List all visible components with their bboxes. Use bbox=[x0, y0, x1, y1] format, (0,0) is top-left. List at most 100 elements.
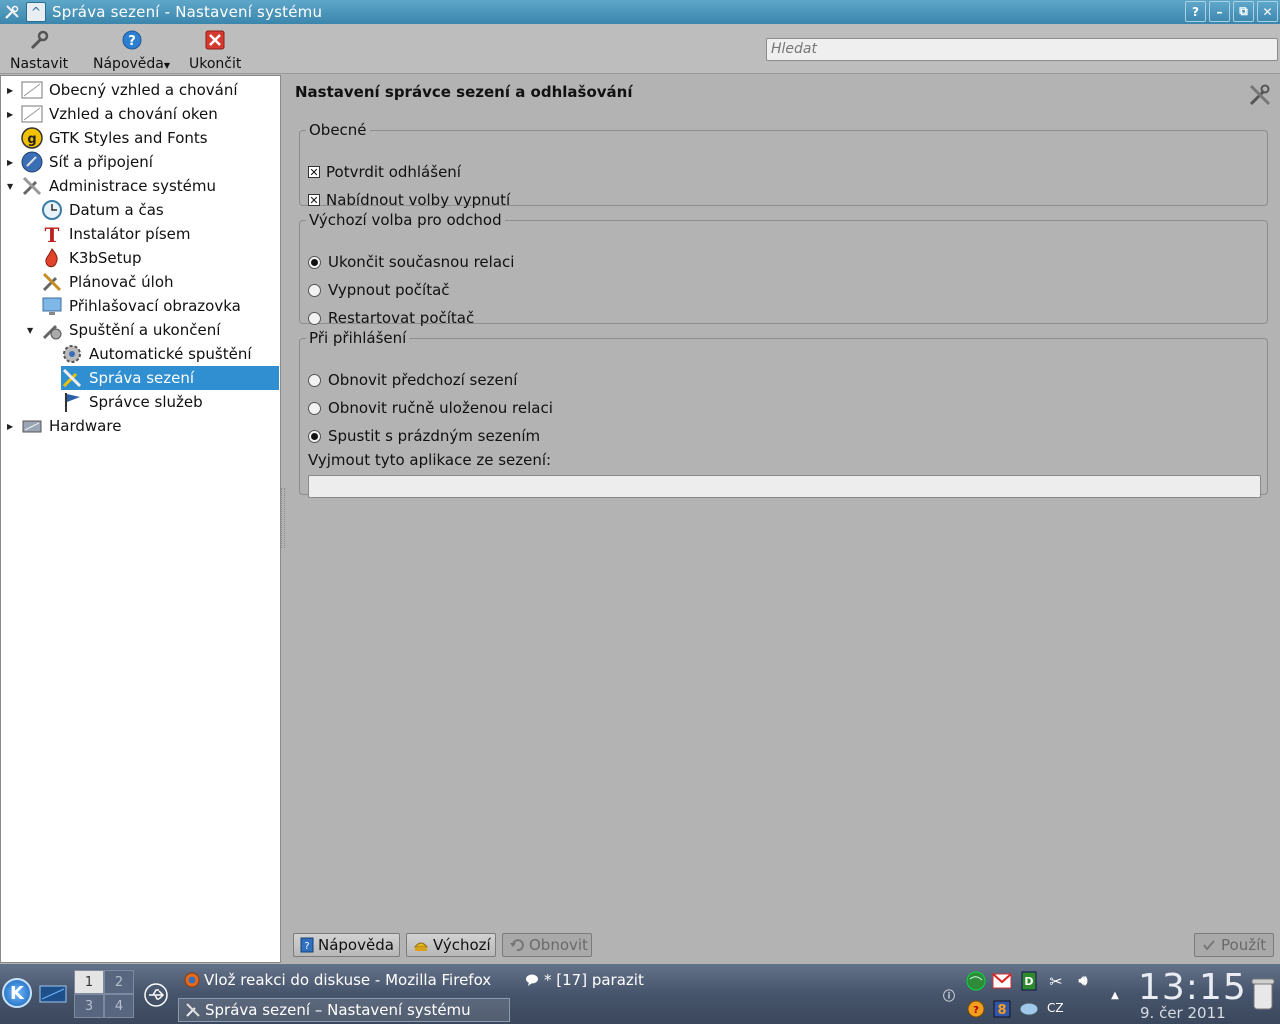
radio-unselected-icon[interactable] bbox=[308, 373, 321, 387]
drive-icon[interactable] bbox=[1018, 998, 1040, 1020]
tree-item-autostart[interactable]: Automatické spuštění bbox=[47, 342, 279, 366]
expand-arrow-icon[interactable]: ▶ bbox=[7, 422, 17, 431]
show-desktop-icon[interactable] bbox=[38, 981, 68, 1007]
gmail-icon[interactable] bbox=[991, 970, 1013, 992]
tree-item-window-behavior[interactable]: ▶ Vzhled a chování oken bbox=[7, 102, 279, 126]
task-chat[interactable]: * [17] parazit bbox=[518, 968, 698, 992]
task-label: Správa sezení – Nastavení systému bbox=[205, 1001, 471, 1019]
desktop-4[interactable]: 4 bbox=[104, 994, 134, 1018]
usb-device-icon[interactable] bbox=[142, 981, 170, 1009]
desktop-2[interactable]: 2 bbox=[104, 970, 134, 994]
desktop-pager[interactable]: 1 2 3 4 bbox=[74, 970, 134, 1018]
tree-item-date-time[interactable]: Datum a čas bbox=[27, 198, 279, 222]
defaults-button-label: Výchozí bbox=[433, 936, 491, 954]
k3b-icon bbox=[41, 247, 63, 269]
tree-item-appearance[interactable]: ▶ Obecný vzhled a chování bbox=[7, 78, 279, 102]
update-notifier-icon[interactable]: ? bbox=[965, 998, 987, 1020]
empty-session-radio[interactable]: Spustit s prázdným sezením bbox=[308, 425, 540, 447]
expand-arrow-icon[interactable]: ▶ bbox=[7, 158, 17, 167]
checkbox-checked-icon[interactable]: ✕ bbox=[308, 166, 320, 178]
collapse-arrow-icon[interactable]: ▼ bbox=[27, 326, 37, 335]
system-settings-icon bbox=[185, 1002, 201, 1018]
help-window-button[interactable]: ? bbox=[1185, 1, 1206, 22]
quit-button[interactable]: Ukončit bbox=[189, 28, 241, 72]
desktop-3[interactable]: 3 bbox=[74, 994, 104, 1018]
task-firefox[interactable]: Vlož reakci do diskuse - Mozilla Firefox bbox=[178, 968, 510, 992]
counter-8-icon[interactable]: 8 bbox=[991, 998, 1013, 1020]
tree-item-task-scheduler[interactable]: Plánovač úloh bbox=[27, 270, 279, 294]
close-window-button[interactable]: ✕ bbox=[1257, 1, 1278, 22]
dictionary-icon[interactable]: D bbox=[1018, 970, 1040, 992]
offer-shutdown-checkbox[interactable]: ✕ Nabídnout volby vypnutí bbox=[308, 189, 510, 211]
expand-arrow-icon[interactable]: ▶ bbox=[7, 110, 17, 119]
end-session-label: Ukončit současnou relaci bbox=[328, 253, 515, 271]
scissors-icon[interactable]: ✂ bbox=[1045, 970, 1067, 992]
configure-button[interactable]: Nastavit bbox=[10, 28, 68, 72]
tree-item-session-management[interactable]: Správa sezení bbox=[61, 366, 279, 390]
radio-unselected-icon[interactable] bbox=[308, 401, 321, 415]
tree-item-service-manager[interactable]: Správce služeb bbox=[47, 390, 279, 414]
end-session-radio[interactable]: Ukončit současnou relaci bbox=[308, 251, 514, 273]
tree-item-system-admin[interactable]: ▼ Administrace systému bbox=[7, 174, 279, 198]
empty-session-label: Spustit s prázdným sezením bbox=[328, 427, 541, 445]
restore-previous-radio[interactable]: Obnovit předchozí sezení bbox=[308, 369, 517, 391]
tree-item-network[interactable]: ▶ Síť a připojení bbox=[7, 150, 279, 174]
tree-item-label: Administrace systému bbox=[49, 177, 217, 195]
help-icon: ? bbox=[120, 28, 144, 52]
help-book-icon: ? bbox=[300, 937, 314, 953]
general-group: Obecné ✕ Potvrdit odhlášení ✕ Nabídnout … bbox=[299, 121, 1268, 209]
exclude-apps-label: Vyjmout tyto aplikace ze sezení: bbox=[308, 451, 552, 469]
task-system-settings[interactable]: Správa sezení – Nastavení systému bbox=[178, 998, 510, 1022]
confirm-logout-checkbox[interactable]: ✕ Potvrdit odhlášení bbox=[308, 161, 461, 183]
radio-selected-icon[interactable] bbox=[308, 255, 321, 269]
globe-network-icon[interactable] bbox=[965, 970, 987, 992]
category-tree[interactable]: ▶ Obecný vzhled a chování ▶ Vzhled a cho… bbox=[0, 75, 281, 963]
desktop-1[interactable]: 1 bbox=[74, 970, 104, 994]
window-titlebar[interactable]: ^ Správa sezení - Nastavení systému ? – … bbox=[0, 0, 1280, 24]
maximize-button[interactable]: ⧉ bbox=[1233, 1, 1254, 22]
help-button[interactable]: ? Nápověda bbox=[293, 933, 400, 957]
radio-unselected-icon[interactable] bbox=[308, 311, 321, 325]
expand-tray-icon[interactable]: ▲ bbox=[1104, 984, 1126, 1006]
tree-item-hardware[interactable]: ▶ Hardware bbox=[7, 414, 279, 438]
help-menu-button[interactable]: ? Nápověda▼ bbox=[93, 28, 170, 72]
keyboard-layout-indicator[interactable]: CZ bbox=[1047, 1001, 1064, 1015]
chat-bubble-icon bbox=[524, 972, 540, 988]
network-globe-icon bbox=[21, 151, 43, 173]
tree-item-k3bsetup[interactable]: K3bSetup bbox=[27, 246, 279, 270]
defaults-button[interactable]: Výchozí bbox=[406, 933, 496, 957]
expand-arrow-icon[interactable]: ▶ bbox=[7, 86, 17, 95]
search-input[interactable]: Hledat bbox=[766, 38, 1278, 61]
default-leave-group: Výchozí volba pro odchod Ukončit současn… bbox=[299, 211, 1268, 327]
radio-selected-icon[interactable] bbox=[308, 429, 321, 443]
tree-item-login-screen[interactable]: Přihlašovací obrazovka bbox=[27, 294, 279, 318]
kde-menu-button[interactable]: K bbox=[2, 978, 32, 1008]
taskbar: K 1 2 3 4 Vlož reakci do diskuse - Mozil… bbox=[0, 964, 1280, 1024]
tree-item-label: Přihlašovací obrazovka bbox=[69, 297, 241, 315]
tree-item-label: Instalátor písem bbox=[69, 225, 191, 243]
checkbox-checked-icon[interactable]: ✕ bbox=[308, 194, 320, 206]
info-icon[interactable]: ⓘ bbox=[938, 984, 960, 1006]
shutdown-radio[interactable]: Vypnout počítač bbox=[308, 279, 450, 301]
tree-item-startup-shutdown[interactable]: ▼ Spuštění a ukončení bbox=[27, 318, 279, 342]
minimize-button[interactable]: – bbox=[1209, 1, 1230, 22]
tree-item-label: Hardware bbox=[49, 417, 122, 435]
shade-window-button[interactable]: ^ bbox=[26, 2, 46, 22]
volume-icon[interactable]: 🔊︎ bbox=[1072, 970, 1094, 992]
restart-radio[interactable]: Restartovat počítač bbox=[308, 307, 474, 329]
apply-button[interactable]: Použít bbox=[1194, 933, 1274, 957]
reset-button[interactable]: Obnovit bbox=[502, 933, 592, 957]
clock-time[interactable]: 13:15 bbox=[1138, 967, 1247, 1008]
restore-manual-radio[interactable]: Obnovit ručně uloženou relaci bbox=[308, 397, 553, 419]
svg-text:?: ? bbox=[128, 34, 136, 49]
exclude-apps-input[interactable] bbox=[308, 475, 1261, 498]
tree-item-gtk[interactable]: g GTK Styles and Fonts bbox=[7, 126, 279, 150]
task-label: * [17] parazit bbox=[544, 971, 644, 989]
tree-item-font-installer[interactable]: T Instalátor písem bbox=[27, 222, 279, 246]
radio-unselected-icon[interactable] bbox=[308, 283, 321, 297]
system-settings-icon[interactable] bbox=[2, 2, 22, 22]
help-button-label: Nápověda bbox=[318, 936, 394, 954]
trash-icon[interactable] bbox=[1250, 976, 1276, 1012]
session-tools-icon bbox=[1248, 83, 1274, 109]
collapse-arrow-icon[interactable]: ▼ bbox=[7, 182, 17, 191]
